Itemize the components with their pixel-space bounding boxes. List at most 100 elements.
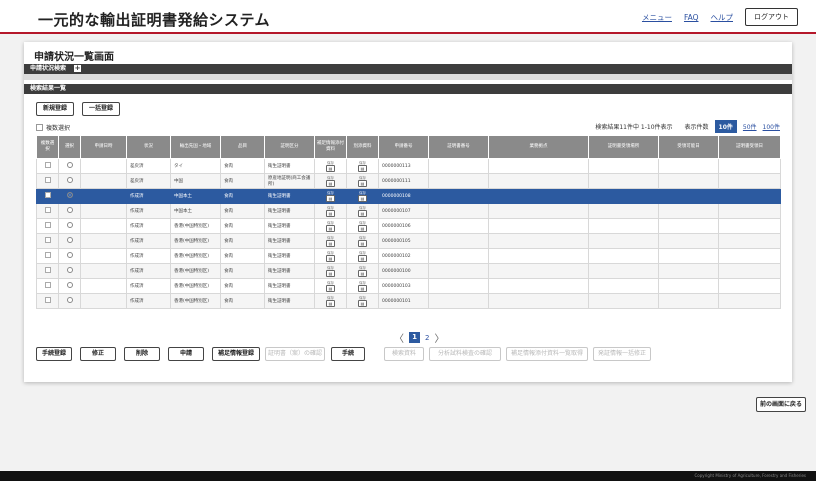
file-icon[interactable]: ▤ bbox=[357, 164, 368, 172]
row-radio[interactable] bbox=[66, 252, 73, 258]
table-row[interactable]: 作成済 香港(中国特別区) 食肉 衛生証明書 保存 ▤ 保存 ▤ 0000000102 bbox=[36, 248, 781, 264]
cert-draft-confirm-button[interactable]: 証明書（案）の確認 bbox=[265, 347, 325, 361]
apply-button[interactable]: 申請 bbox=[168, 347, 204, 361]
application-number-cell: 0000000111 bbox=[378, 173, 429, 189]
file-icon[interactable]: ▤ bbox=[325, 179, 336, 187]
cert-number-cell bbox=[428, 248, 489, 264]
row-checkbox[interactable] bbox=[44, 297, 51, 303]
application-number-cell: 0000000107 bbox=[378, 203, 429, 219]
row-radio[interactable] bbox=[66, 297, 73, 303]
back-button[interactable]: 前の画面に戻る bbox=[756, 397, 806, 412]
current-page[interactable]: 1 bbox=[409, 332, 420, 343]
file-icon[interactable]: ▤ bbox=[325, 269, 336, 277]
supplement-file-cell: 保存 ▤ bbox=[314, 233, 347, 249]
table-row[interactable]: 差戻済 中国 食肉 原産地証明(商工会議所) 保存 ▤ 保存 ▤ 0000000111 bbox=[36, 173, 781, 189]
row-radio-cell bbox=[58, 188, 81, 204]
pickup-place-cell bbox=[588, 173, 659, 189]
table-row[interactable]: 作成済 香港(中国特別区) 食肉 衛生証明書 保存 ▤ 保存 ▤ 0000000100 bbox=[36, 263, 781, 279]
row-radio[interactable] bbox=[66, 282, 73, 288]
file-icon[interactable]: ▤ bbox=[357, 179, 368, 187]
sample-inspection-button[interactable]: 分析試料検査の確認 bbox=[429, 347, 501, 361]
bulk-edit-button[interactable]: 発証情報一括修正 bbox=[593, 347, 651, 361]
multi-select-toggle[interactable]: 複数選択 bbox=[36, 123, 70, 132]
band-divider bbox=[24, 74, 792, 80]
table-row[interactable]: 作成済 香港(中国特別区) 食肉 衛生証明書 保存 ▤ 保存 ▤ 0000000103 bbox=[36, 278, 781, 294]
file-icon[interactable]: ▤ bbox=[325, 224, 336, 232]
procedure-button[interactable]: 手続 bbox=[331, 347, 365, 361]
expand-icon[interactable]: + bbox=[74, 65, 82, 72]
file-caption: 保存 bbox=[327, 160, 334, 165]
file-icon[interactable]: ▤ bbox=[325, 254, 336, 262]
table-row[interactable]: 作成済 香港(中国特別区) 食肉 衛生証明書 保存 ▤ 保存 ▤ 0000000106 bbox=[36, 218, 781, 234]
row-radio[interactable] bbox=[66, 162, 73, 168]
office-cell bbox=[488, 233, 589, 249]
supplement-list-button[interactable]: 補足情報添付資料一覧取得 bbox=[506, 347, 588, 361]
page-2-link[interactable]: 2 bbox=[425, 334, 429, 342]
file-icon[interactable]: ▤ bbox=[357, 224, 368, 232]
table-row[interactable]: 作成済 中国本土 食肉 衛生証明書 保存 ▤ 保存 ▤ 0000000107 bbox=[36, 203, 781, 219]
supplement-file-cell: 保存 ▤ bbox=[314, 188, 347, 204]
office-cell bbox=[488, 218, 589, 234]
file-icon[interactable]: ▤ bbox=[325, 209, 336, 217]
status-cell: 差戻済 bbox=[126, 173, 171, 189]
file-icon[interactable]: ▤ bbox=[325, 164, 336, 172]
row-checkbox[interactable] bbox=[44, 252, 51, 258]
edit-button[interactable]: 修正 bbox=[80, 347, 116, 361]
row-checkbox[interactable] bbox=[44, 192, 51, 198]
supplement-register-button[interactable]: 補足情報登録 bbox=[212, 347, 260, 361]
row-checkbox[interactable] bbox=[44, 282, 51, 288]
row-radio[interactable] bbox=[66, 177, 73, 183]
table-row[interactable]: 作成済 香港(中国特別区) 食肉 衛生証明書 保存 ▤ 保存 ▤ 0000000105 bbox=[36, 233, 781, 249]
table-row[interactable]: 作成済 中国本土 食肉 衛生証明書 保存 ▤ 保存 ▤ 0000000108 bbox=[36, 188, 781, 204]
row-radio[interactable] bbox=[66, 192, 73, 198]
file-icon[interactable]: ▤ bbox=[357, 299, 368, 307]
app-header: 一元的な輸出証明書発給システム メニュー FAQ ヘルプ ログアウト bbox=[0, 0, 816, 34]
delete-button[interactable]: 削除 bbox=[124, 347, 160, 361]
file-icon[interactable]: ▤ bbox=[357, 239, 368, 247]
multi-select-checkbox[interactable] bbox=[36, 124, 43, 131]
row-checkbox[interactable] bbox=[44, 207, 51, 213]
row-radio[interactable] bbox=[66, 237, 73, 243]
next-page-icon[interactable]: 〉 bbox=[434, 330, 444, 345]
table-row[interactable]: 差戻済 タイ 食肉 衛生証明書 保存 ▤ 保存 ▤ 0000000113 bbox=[36, 158, 781, 174]
file-caption: 保存 bbox=[359, 220, 366, 225]
table-row[interactable]: 作成済 香港(中国特別区) 食肉 衛生証明書 保存 ▤ 保存 ▤ 0000000101 bbox=[36, 293, 781, 309]
row-checkbox[interactable] bbox=[44, 267, 51, 273]
row-radio[interactable] bbox=[66, 207, 73, 213]
file-icon[interactable]: ▤ bbox=[325, 194, 336, 202]
file-icon[interactable]: ▤ bbox=[325, 299, 336, 307]
column-header: 証明区分 bbox=[264, 135, 315, 159]
file-icon[interactable]: ▤ bbox=[357, 209, 368, 217]
menu-link[interactable]: メニュー bbox=[642, 12, 672, 23]
search-materials-button[interactable]: 検索資料 bbox=[384, 347, 424, 361]
row-checkbox[interactable] bbox=[44, 222, 51, 228]
row-checkbox[interactable] bbox=[44, 162, 51, 168]
file-icon[interactable]: ▤ bbox=[357, 194, 368, 202]
procedure-register-button[interactable]: 手続登録 bbox=[36, 347, 72, 361]
file-icon[interactable]: ▤ bbox=[325, 239, 336, 247]
row-radio[interactable] bbox=[66, 267, 73, 273]
logout-button[interactable]: ログアウト bbox=[745, 8, 798, 26]
file-icon[interactable]: ▤ bbox=[357, 284, 368, 292]
file-icon[interactable]: ▤ bbox=[357, 254, 368, 262]
per-page-50[interactable]: 50件 bbox=[743, 122, 757, 131]
faq-link[interactable]: FAQ bbox=[684, 13, 699, 22]
per-page-10[interactable]: 10件 bbox=[714, 120, 737, 133]
status-cell: 作成済 bbox=[126, 218, 171, 234]
search-section-band[interactable]: 申請状況検索 + bbox=[24, 64, 792, 74]
per-page-100[interactable]: 100件 bbox=[763, 122, 780, 131]
column-header: 補足情報添付資料 bbox=[314, 135, 347, 159]
pickup-place-cell bbox=[588, 233, 659, 249]
help-link[interactable]: ヘルプ bbox=[711, 12, 734, 23]
new-register-button[interactable]: 新規登録 bbox=[36, 102, 74, 116]
prev-page-icon[interactable]: 〈 bbox=[394, 330, 404, 345]
row-checkbox-cell bbox=[36, 263, 59, 279]
row-radio[interactable] bbox=[66, 222, 73, 228]
row-checkbox[interactable] bbox=[44, 237, 51, 243]
row-checkbox[interactable] bbox=[44, 177, 51, 183]
bulk-register-button[interactable]: 一括登録 bbox=[82, 102, 120, 116]
file-icon[interactable]: ▤ bbox=[357, 269, 368, 277]
column-header: 証明書番号 bbox=[428, 135, 489, 159]
file-icon[interactable]: ▤ bbox=[325, 284, 336, 292]
file-caption: 保存 bbox=[359, 235, 366, 240]
